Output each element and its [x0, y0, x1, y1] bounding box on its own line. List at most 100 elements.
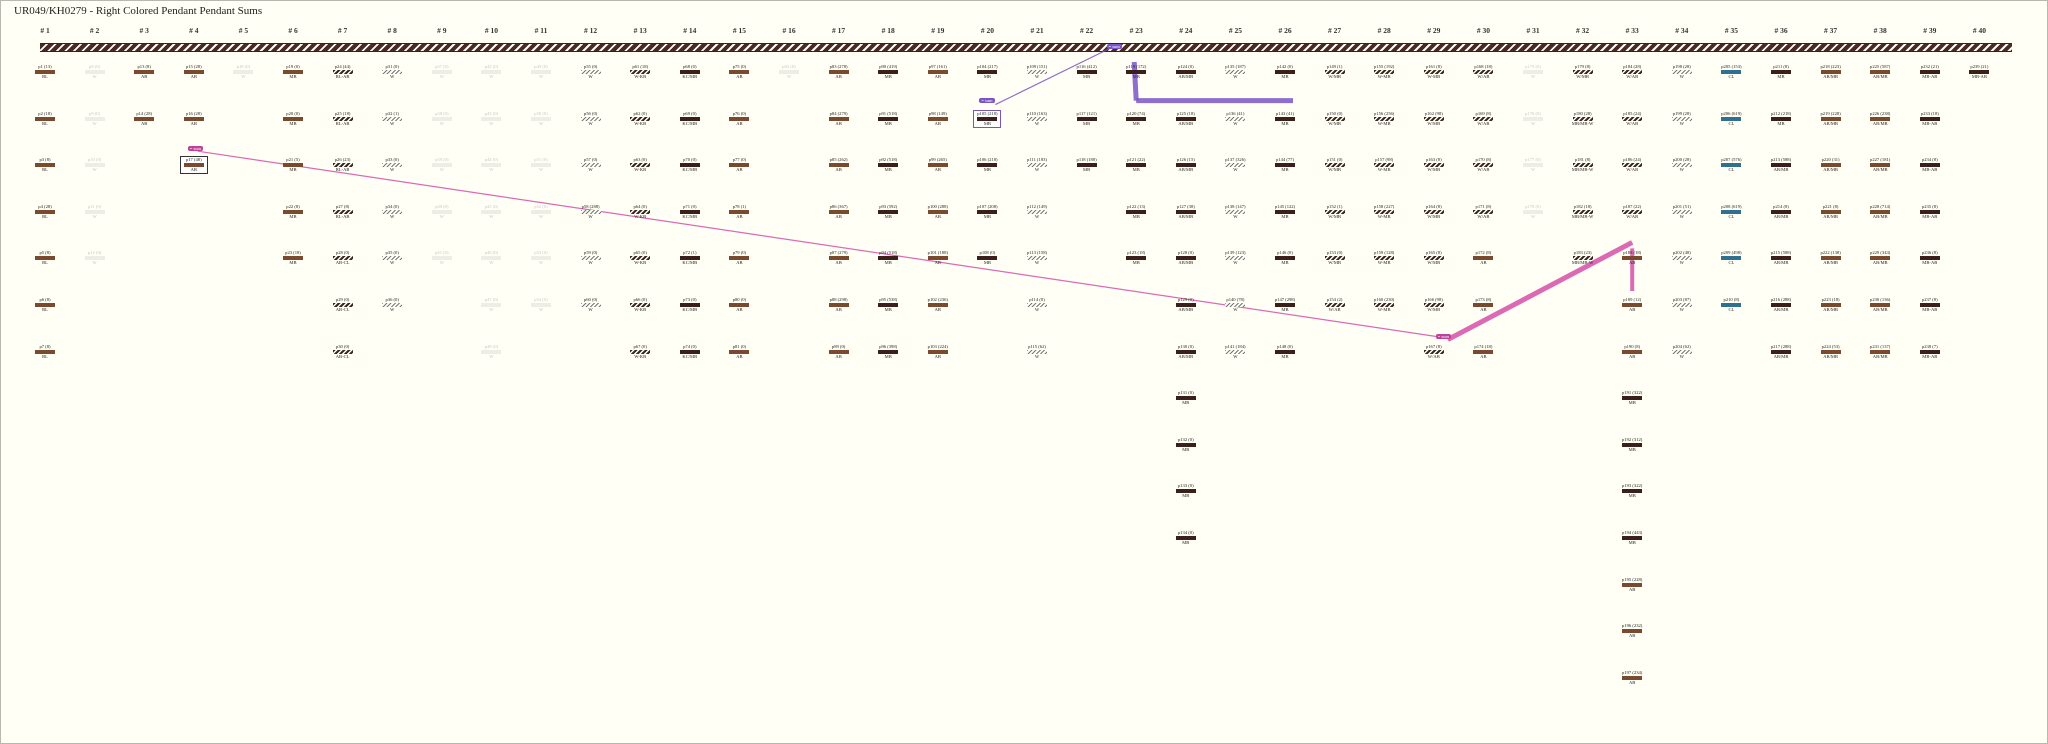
pendant[interactable]: p27 (8) RL-AB [330, 204, 356, 220]
pendant[interactable]: p233 (18) MB-AB [1917, 111, 1943, 127]
pendant[interactable]: p173 (8) AB [1470, 297, 1496, 313]
pendant[interactable]: p206 (619) CL [1718, 111, 1744, 127]
pendant[interactable]: p158 (227) W-MB [1371, 204, 1397, 220]
pendant[interactable]: p166 (98) W/MB [1421, 297, 1447, 313]
pendant[interactable]: p171 (8) W/AB [1470, 204, 1496, 220]
pendant[interactable]: p54 (0) W [528, 297, 554, 313]
pendant[interactable]: p24 (44) RL-AB [330, 64, 356, 80]
pendant[interactable]: p210 (8) CL [1718, 297, 1744, 313]
pendant[interactable]: p203 (87) W [1669, 297, 1695, 313]
pendant[interactable]: p224 (53) AB/MB [1818, 344, 1844, 360]
pendant[interactable]: p20 (0) MB [280, 111, 306, 127]
pendant[interactable]: p147 (298) MB [1272, 297, 1298, 313]
pendant[interactable]: p79 (0) AB [726, 250, 752, 266]
pendant[interactable]: p69 (0) KC/MB [677, 111, 703, 127]
pendant[interactable]: p204 (62) W [1669, 344, 1695, 360]
pendant[interactable]: p42 (0) W [478, 64, 504, 80]
pendant[interactable]: p84 (279) AB [826, 111, 852, 127]
pendant[interactable]: p104 (217) MB [974, 64, 1000, 80]
pendant[interactable]: p44 (0) W [478, 157, 504, 173]
pendant[interactable]: p143 (41) MB [1272, 111, 1298, 127]
pendant[interactable]: p205 (153) CL [1718, 64, 1744, 80]
pendant[interactable]: p208 (619) CL [1718, 204, 1744, 220]
pendant[interactable]: p57 (0) W [578, 157, 604, 173]
pendant[interactable]: p118 (180) MB [1074, 157, 1100, 173]
pendant[interactable]: p221 (8) AB/MB [1818, 204, 1844, 220]
pendant[interactable]: p63 (0) W-KB [627, 157, 653, 173]
pendant[interactable]: p140 (78) W [1222, 297, 1248, 313]
pendant[interactable]: p62 (0) W-KB [627, 111, 653, 127]
pendant[interactable]: p201 (51) W [1669, 204, 1695, 220]
pendant[interactable]: p40 (0) W [429, 204, 455, 220]
pendant[interactable]: p122 (13) MB [1123, 204, 1149, 220]
pendant[interactable]: p137 (326) W [1222, 157, 1248, 173]
pendant[interactable]: p198 (28) W [1669, 64, 1695, 80]
pendant[interactable]: p217 (288) AB/MB [1768, 344, 1794, 360]
pendant[interactable]: p19 (0) MB [280, 64, 306, 80]
pendant[interactable]: p125 (18) AB/MB [1173, 111, 1199, 127]
pendant[interactable]: p83 (278) AB [826, 64, 852, 80]
pendant[interactable]: p133 (0) MB [1173, 483, 1199, 499]
pendant[interactable]: p187 (22) W/AB [1619, 204, 1645, 220]
pendant[interactable]: p110 (163) W [1024, 111, 1050, 127]
pendant[interactable]: p106 (218) MB [974, 157, 1000, 173]
pendant[interactable]: p87 (279) AB [826, 250, 852, 266]
pendant[interactable]: p180 (28) MB/MB-W [1570, 111, 1596, 127]
pendant[interactable]: p25 (18) RL-AB [330, 111, 356, 127]
pendant[interactable]: p72 (1) KC/MB [677, 250, 703, 266]
pendant[interactable]: p17 (48) AB [179, 156, 208, 175]
pendant[interactable]: p30 (0) AB-CL [330, 344, 356, 360]
pendant[interactable]: p176 (0) W [1520, 111, 1546, 127]
pendant[interactable]: p105 (218) MB [973, 109, 1002, 128]
pendant[interactable]: p157 (98) W-MB [1371, 157, 1397, 173]
pendant[interactable]: p13 (8) AB [131, 64, 157, 80]
pendant[interactable]: p156 (256) W-MB [1371, 111, 1397, 127]
pendant[interactable]: p214 (8) AB/MB [1768, 204, 1794, 220]
pendant[interactable]: p59 (0) W [578, 250, 604, 266]
pendant[interactable]: p129 (0) AB/MB [1173, 297, 1199, 313]
pendant[interactable]: p215 (588) AB/MB [1768, 250, 1794, 266]
pendant[interactable]: p228 (714) AB/MB [1867, 204, 1893, 220]
pendant[interactable]: p96 (398) MB [875, 344, 901, 360]
pendant[interactable]: p18 (0) W [230, 64, 256, 80]
pendant[interactable]: p33 (0) W [379, 157, 405, 173]
pendant[interactable]: p172 (8) AB [1470, 250, 1496, 266]
pendant[interactable]: p161 (8) W-MB [1421, 64, 1447, 80]
pendant[interactable]: p174 (18) AB [1470, 344, 1496, 360]
pendant[interactable]: p175 (0) W [1520, 64, 1546, 80]
pendant[interactable]: p73 (0) KC/MB [677, 297, 703, 313]
pendant[interactable]: p211 (8) MB [1768, 64, 1794, 80]
pendant[interactable]: p38 (0) W [429, 111, 455, 127]
pendant[interactable]: p71 (0) KC/MB [677, 204, 703, 220]
pendant[interactable]: p45 (0) W [478, 204, 504, 220]
pendant[interactable]: p124 (0) AB/MB [1173, 64, 1199, 80]
pendant[interactable]: p36 (0) W [379, 297, 405, 313]
pendant[interactable]: p116 (412) MB [1074, 64, 1100, 80]
pendant[interactable]: p92 (518) MB [875, 157, 901, 173]
pendant[interactable]: p213 (588) AB/MB [1768, 157, 1794, 173]
pendant[interactable]: p229 (343) AB/MB [1867, 250, 1893, 266]
pendant[interactable]: p146 (0) MB [1272, 250, 1298, 266]
pendant[interactable]: p209 (498) CL [1718, 250, 1744, 266]
pendant[interactable]: p109 (151) W [1024, 64, 1050, 80]
pendant[interactable]: p212 (218) MB [1768, 111, 1794, 127]
pendant[interactable]: p23 (18) MB [280, 250, 306, 266]
pendant[interactable]: p230 (136) AB/MB [1867, 297, 1893, 313]
pendant[interactable]: p101 (188) AB [925, 250, 951, 266]
pendant[interactable]: p238 (7) MB-AB [1917, 344, 1943, 360]
pendant[interactable]: p135 (187) W [1222, 64, 1248, 80]
pendant[interactable]: p80 (0) AB [726, 297, 752, 313]
pendant[interactable]: p86 (367) AB [826, 204, 852, 220]
pendant[interactable]: p85 (262) AB [826, 157, 852, 173]
pendant[interactable]: p102 (236) AB [925, 297, 951, 313]
pendant[interactable]: p189 (12) AB [1619, 297, 1645, 313]
pendant[interactable]: p41 (0) W [429, 250, 455, 266]
pendant[interactable]: p28 (0) AB-CL [330, 250, 356, 266]
pendant[interactable]: p160 (230) W-MB [1371, 297, 1397, 313]
pendant[interactable]: p119 (172) MB [1123, 64, 1149, 80]
pendant[interactable]: p191 (322) MB [1619, 390, 1645, 406]
pendant[interactable]: p50 (0) W [528, 111, 554, 127]
pendant[interactable]: p239 (21) MB-AB [1966, 64, 1992, 80]
pendant[interactable]: p223 (18) AB/MB [1818, 297, 1844, 313]
pendant[interactable]: p94 (518) MB [875, 250, 901, 266]
